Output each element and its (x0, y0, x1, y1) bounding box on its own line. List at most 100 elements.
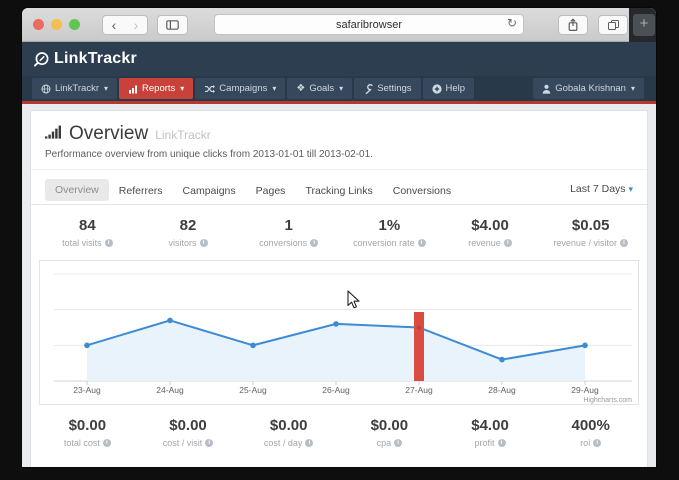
stat-revenue-visitor: $0.05 revenue / visitori (540, 217, 641, 248)
diamond-icon: ❖ (296, 84, 305, 94)
info-icon[interactable]: i (498, 439, 506, 447)
shuffle-icon (204, 84, 215, 94)
stat-value: $0.05 (540, 217, 641, 234)
browser-titlebar: ‹ › safaribrowser ↻ + (22, 8, 656, 42)
share-button[interactable] (558, 15, 588, 35)
stat-roi: 400% roii (540, 417, 641, 448)
nav-item-label: Campaigns (219, 83, 267, 94)
minimize-window-icon[interactable] (51, 19, 62, 30)
visits-chart[interactable]: 23-Aug24-Aug25-Aug26-Aug27-Aug28-Aug29-A… (40, 261, 640, 404)
zoom-window-icon[interactable] (69, 19, 80, 30)
info-icon[interactable]: i (103, 439, 111, 447)
info-icon[interactable]: i (305, 439, 313, 447)
info-icon[interactable]: i (620, 239, 628, 247)
plus-circle-icon (432, 84, 442, 94)
svg-text:23-Aug: 23-Aug (73, 385, 101, 395)
info-icon[interactable]: i (200, 239, 208, 247)
app-logo[interactable]: LinkTrackr (33, 50, 137, 68)
info-icon[interactable]: i (593, 439, 601, 447)
nav-item-label: Settings (377, 83, 411, 94)
page-background: Overview LinkTrackr Performance overview… (22, 104, 656, 467)
sidebar-toggle-button[interactable] (157, 15, 188, 35)
stat-value: 84 (37, 217, 138, 234)
info-icon[interactable]: i (418, 239, 426, 247)
stat-label: conversion ratei (339, 238, 440, 248)
nav-item-label: Goals (309, 83, 334, 94)
nav-item-help[interactable]: Help (423, 78, 475, 99)
address-bar[interactable]: safaribrowser ↻ (214, 14, 524, 35)
stat-label: total costi (37, 438, 138, 448)
nav-item-label: Help (446, 83, 466, 94)
show-tabs-button[interactable] (598, 15, 628, 35)
page-title: Overview (69, 123, 148, 145)
stat-label: total visitsi (37, 238, 138, 248)
nav-item-linktrackr[interactable]: LinkTrackr▾ (32, 78, 117, 99)
nav-item-goals[interactable]: ❖ Goals ▾ (287, 78, 352, 99)
info-icon[interactable]: i (205, 439, 213, 447)
back-button[interactable]: ‹ (103, 16, 125, 34)
stat-value: 82 (138, 217, 239, 234)
nav-item-settings[interactable]: Settings (354, 78, 420, 99)
user-menu-label: Gobala Krishnan (555, 83, 626, 94)
stat-label: visitorsi (138, 238, 239, 248)
chevron-down-icon: ▾ (104, 84, 108, 93)
info-icon[interactable]: i (394, 439, 402, 447)
stat-label: revenue / visitori (540, 238, 641, 248)
stat-revenue: $4.00revenuei (440, 217, 541, 248)
main-navigation: LinkTrackr▾Reports▾Campaigns▾❖Goals▾Sett… (22, 76, 656, 101)
reload-icon[interactable]: ↻ (507, 16, 517, 30)
stat-total-cost: $0.00total costi (37, 417, 138, 448)
tab-conversions[interactable]: Conversions (383, 180, 461, 204)
info-icon[interactable]: i (105, 239, 113, 247)
chevron-down-icon: ▾ (628, 184, 633, 194)
app-logo-text: LinkTrackr (54, 50, 137, 68)
date-range-selector[interactable]: Last 7 Days ▾ (570, 183, 633, 201)
svg-text:29-Aug: 29-Aug (571, 385, 599, 395)
tab-campaigns[interactable]: Campaigns (173, 180, 246, 204)
tab-pages[interactable]: Pages (246, 180, 296, 204)
stat-cpa: $0.00cpai (339, 417, 440, 448)
user-menu[interactable]: Gobala Krishnan ▾ (533, 78, 644, 99)
stat-value: $0.00 (339, 417, 440, 434)
title-block: Overview LinkTrackr Performance overview… (31, 111, 647, 170)
nav-item-reports[interactable]: Reports▾ (119, 78, 193, 99)
stat-label: conversionsi (238, 238, 339, 248)
stat-value: $4.00 (440, 217, 541, 234)
stat-value: 1% (339, 217, 440, 234)
stat-total-visits: 84 total visitsi (37, 217, 138, 248)
tab-tracking-links[interactable]: Tracking Links (295, 180, 382, 204)
tabs-overview-icon (608, 20, 619, 30)
chevron-down-icon: ▾ (631, 84, 635, 93)
mouse-cursor (347, 290, 361, 310)
stat-cost-visit: $0.00cost / visiti (138, 417, 239, 448)
svg-text:Highcharts.com: Highcharts.com (583, 397, 632, 404)
chevron-down-icon: ▾ (339, 84, 343, 93)
svg-text:26-Aug: 26-Aug (322, 385, 350, 395)
new-tab-button[interactable]: + (633, 14, 655, 36)
page-title-suffix: LinkTrackr (155, 128, 211, 142)
svg-text:28-Aug: 28-Aug (488, 385, 516, 395)
stat-value: $0.00 (238, 417, 339, 434)
stat-label: roii (540, 438, 641, 448)
globe-icon (41, 84, 51, 94)
app-header: LinkTrackr (22, 42, 656, 76)
tab-overview[interactable]: Overview (45, 179, 109, 201)
stat-conversions: 1conversionsi (238, 217, 339, 248)
info-icon[interactable]: i (504, 239, 512, 247)
stat-value: 400% (540, 417, 641, 434)
info-icon[interactable]: i (310, 239, 318, 247)
close-window-icon[interactable] (33, 19, 44, 30)
browser-window: ‹ › safaribrowser ↻ + (22, 8, 656, 467)
history-nav-buttons: ‹ › (102, 15, 148, 35)
stats-row-bottom: $0.00total costi$0.00cost / visiti$0.00c… (31, 405, 647, 458)
tab-referrers[interactable]: Referrers (109, 180, 173, 204)
nav-item-label: Reports (142, 83, 175, 94)
stat-label: profiti (440, 438, 541, 448)
chart-panel: 23-Aug24-Aug25-Aug26-Aug27-Aug28-Aug29-A… (39, 260, 639, 405)
stat-value: $4.00 (440, 417, 541, 434)
bar-chart-icon (128, 84, 138, 94)
sidebar-icon (166, 20, 179, 30)
stat-cost-day: $0.00cost / dayi (238, 417, 339, 448)
nav-item-campaigns[interactable]: Campaigns▾ (195, 78, 285, 99)
forward-button[interactable]: › (125, 16, 147, 34)
